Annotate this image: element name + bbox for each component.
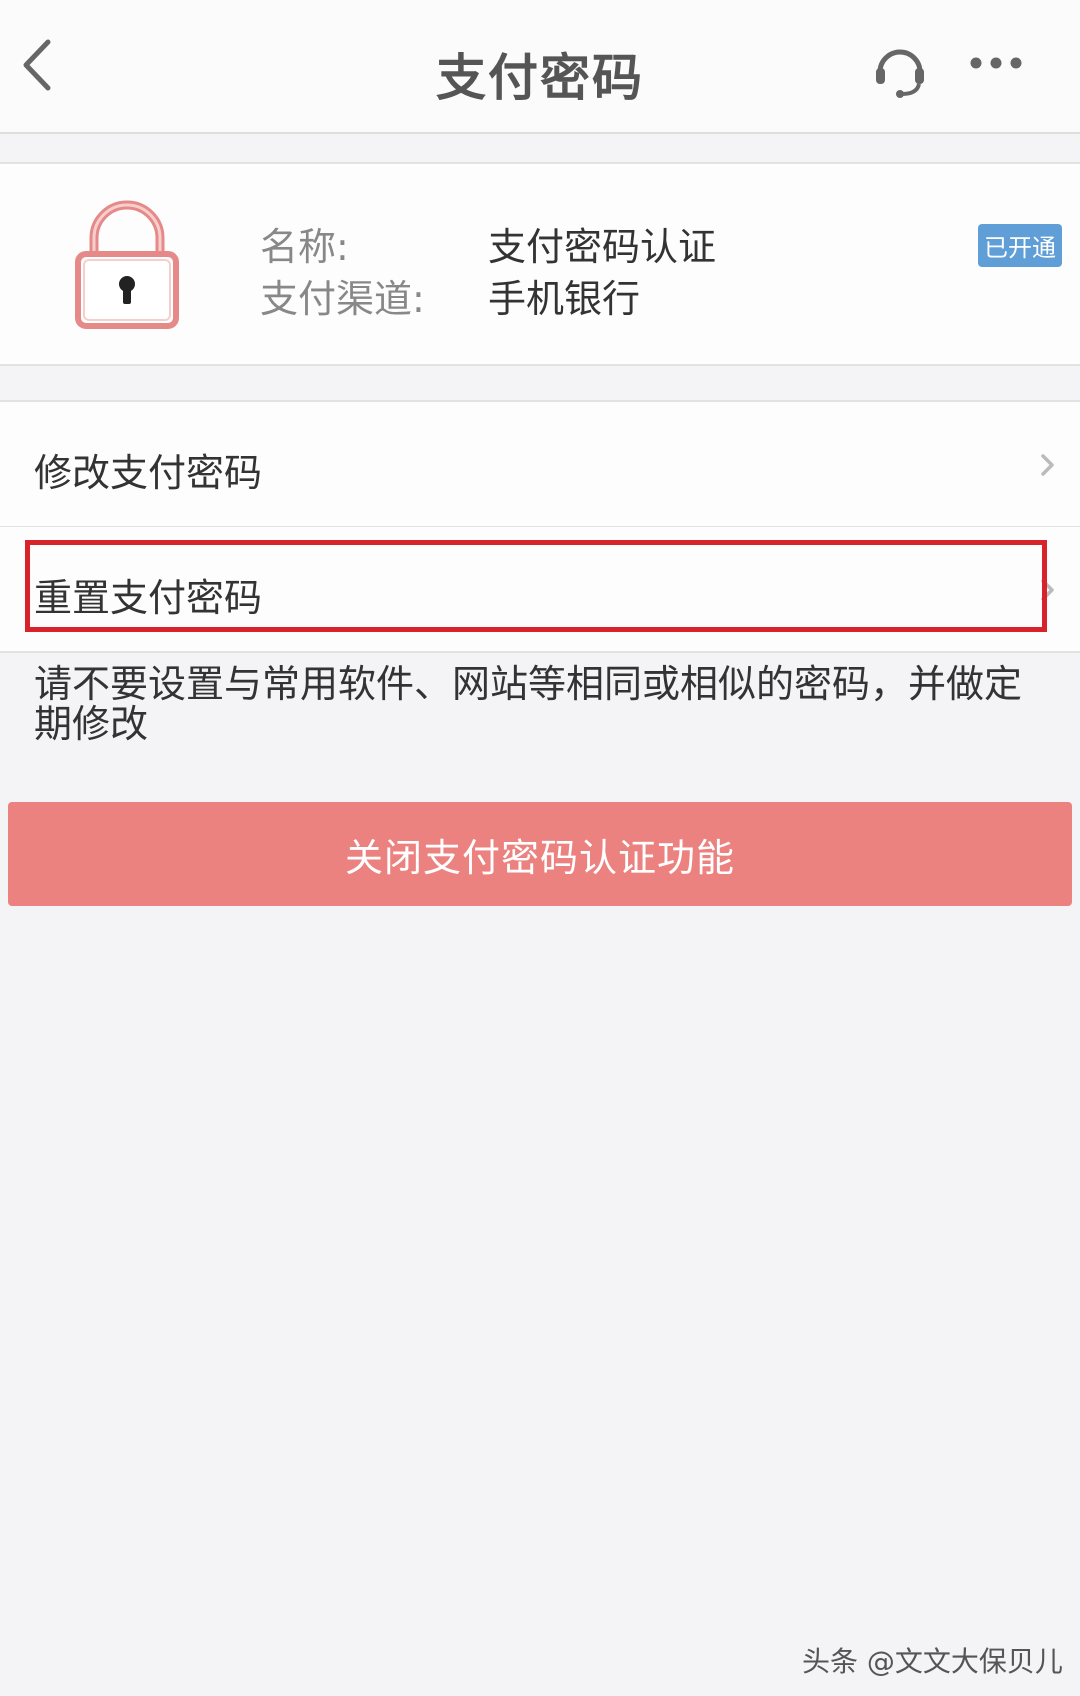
customer-service-button[interactable]: [872, 38, 928, 98]
nav-bar: 支付密码: [0, 0, 1080, 134]
name-label: 名称:: [260, 225, 349, 269]
headset-icon: [876, 49, 924, 98]
lock-icon: [72, 198, 182, 330]
channel-value: 手机银行: [488, 277, 641, 321]
status-badge: 已开通: [978, 224, 1062, 267]
reset-password-label: 重置支付密码: [34, 576, 263, 620]
reset-password-item[interactable]: 重置支付密码: [0, 527, 1080, 653]
change-password-label: 修改支付密码: [34, 451, 263, 495]
more-dots-icon: [970, 57, 1022, 69]
chevron-right-icon: [1041, 454, 1054, 476]
chevron-right-icon: [1041, 579, 1054, 601]
change-password-item[interactable]: 修改支付密码: [0, 400, 1080, 528]
more-button[interactable]: [966, 48, 1026, 78]
payment-auth-card: 名称: 支付密码认证 支付渠道: 手机银行 已开通: [0, 162, 1080, 366]
channel-label: 支付渠道:: [260, 277, 425, 321]
password-notice: 请不要设置与常用软件、网站等相同或相似的密码，并做定期修改: [34, 662, 1023, 746]
watermark: 头条 @文文大保贝儿: [802, 1645, 1063, 1678]
name-value: 支付密码认证: [488, 225, 717, 269]
close-auth-button[interactable]: 关闭支付密码认证功能: [8, 802, 1072, 906]
